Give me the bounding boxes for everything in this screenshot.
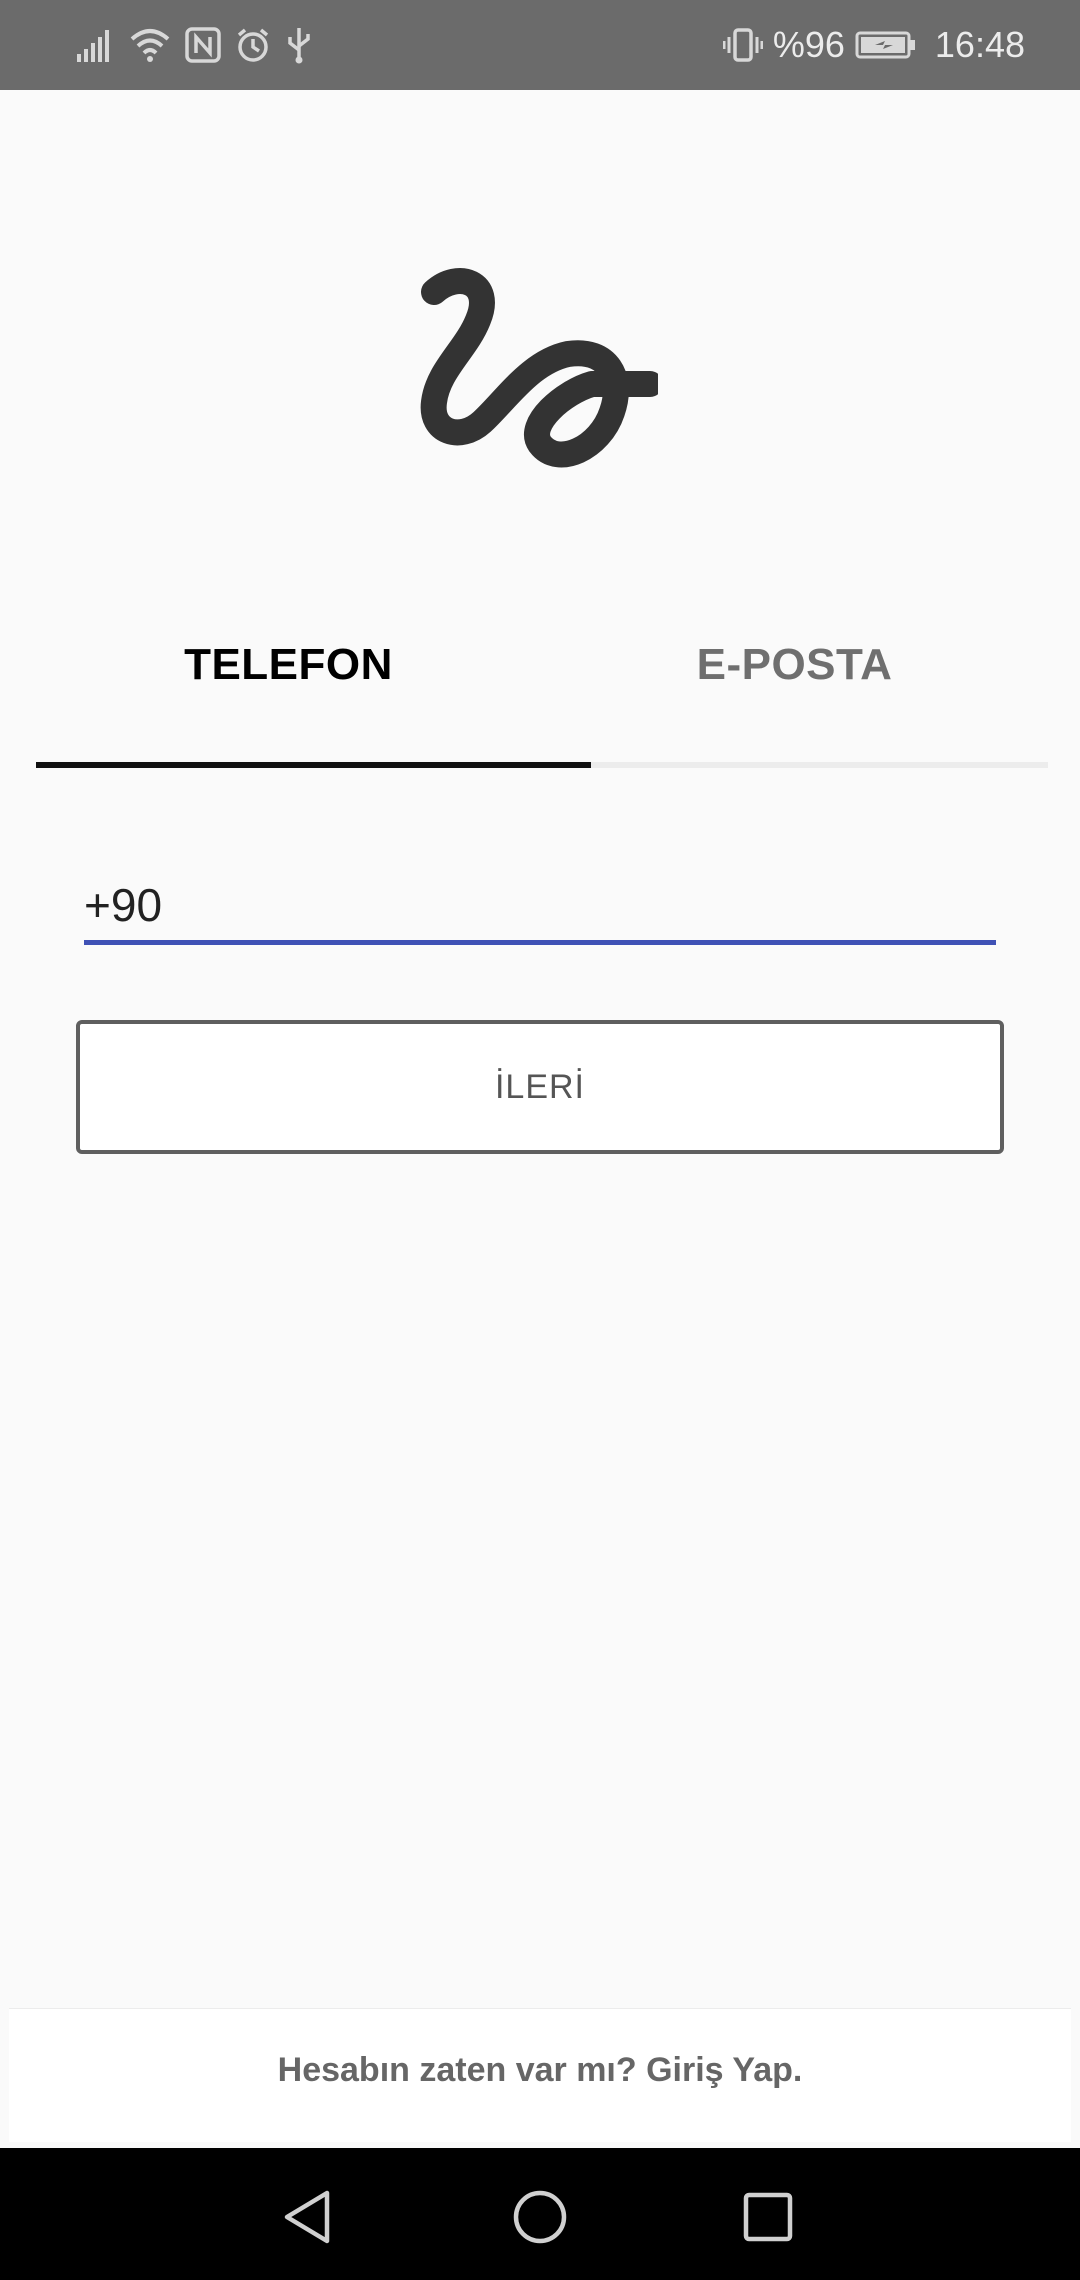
wifi-icon [129, 27, 171, 63]
phone-input-value[interactable]: +90 [84, 878, 162, 932]
screen: %96 16:48 TELEFON E-POSTA +90 İLERİ Hesa… [0, 0, 1080, 2280]
phone-input-underline [84, 940, 996, 945]
tab-indicator [36, 762, 591, 768]
status-bar: %96 16:48 [0, 0, 1080, 90]
recents-icon[interactable] [733, 2182, 803, 2252]
nfc-icon [185, 27, 221, 63]
battery-icon [855, 30, 917, 60]
home-icon[interactable] [505, 2182, 575, 2252]
app-logo [418, 262, 663, 502]
signal-icon [75, 28, 115, 62]
status-right: %96 16:48 [722, 18, 1025, 72]
phone-input[interactable]: +90 [84, 868, 996, 948]
vibrate-icon [722, 27, 763, 63]
navigation-bar [0, 2148, 1080, 2280]
clock: 16:48 [934, 24, 1025, 65]
alarm-icon [235, 27, 271, 63]
usb-icon [285, 26, 313, 64]
battery-percent: %96 [772, 24, 845, 65]
login-prompt-link[interactable]: Hesabın zaten var mı? Giriş Yap. [278, 2051, 803, 2142]
auth-tabs: TELEFON E-POSTA [36, 605, 1048, 770]
tab-phone[interactable]: TELEFON [36, 605, 541, 725]
status-left [75, 22, 313, 68]
back-icon[interactable] [272, 2182, 342, 2252]
next-button[interactable]: İLERİ [76, 1020, 1004, 1154]
login-prompt-card[interactable]: Hesabın zaten var mı? Giriş Yap. [9, 2008, 1071, 2142]
tab-email[interactable]: E-POSTA [541, 605, 1048, 725]
